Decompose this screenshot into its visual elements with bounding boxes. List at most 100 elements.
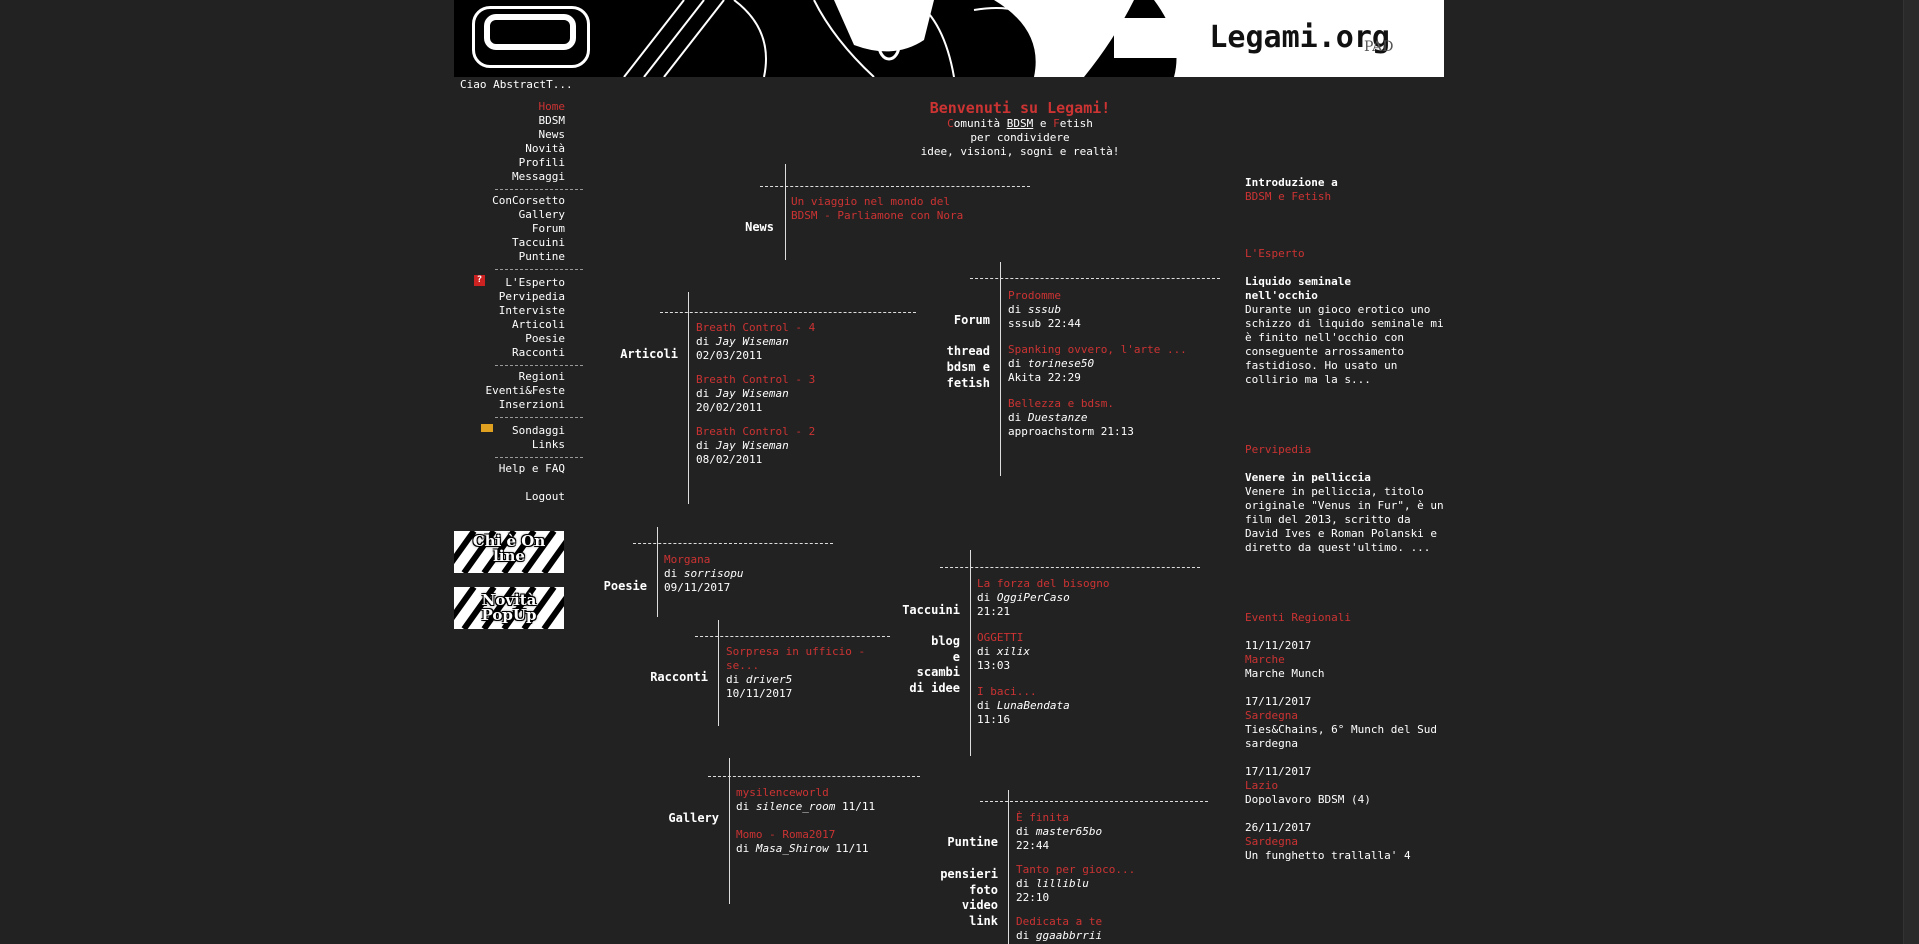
articoli-label[interactable]: Articoli <box>600 347 678 362</box>
sidebar-item-help[interactable]: Help e FAQ <box>499 462 565 476</box>
event-name[interactable]: Dopolavoro BDSM (4) <box>1245 793 1445 807</box>
event-region[interactable]: Lazio <box>1245 779 1445 793</box>
pin-author[interactable]: ggaabbrrii <box>1036 929 1102 942</box>
pin-author[interactable]: lilliblu <box>1036 877 1089 890</box>
forum-label[interactable]: Forum <box>930 313 990 328</box>
sidebar-item-taccuini[interactable]: Taccuini <box>512 236 565 250</box>
thread-author[interactable]: torinese50 <box>1028 357 1094 370</box>
thread-title[interactable]: Prodomme <box>1008 289 1081 303</box>
journal-title[interactable]: La forza del bisogno <box>977 577 1109 591</box>
pin-title[interactable]: Dedicata a te <box>1016 915 1102 929</box>
article-author[interactable]: Jay Wiseman <box>716 387 789 400</box>
who-online-button[interactable]: Chi è On line <box>454 531 564 573</box>
gallery-title[interactable]: Momo - Roma2017 <box>736 828 868 842</box>
sidebar-item-interviste[interactable]: Interviste <box>499 304 565 318</box>
pervipedia-entry-title[interactable]: Venere in pelliccia <box>1245 471 1445 485</box>
news-popup-button[interactable]: Novità PopUp <box>454 587 564 629</box>
sidebar-item-inserzioni[interactable]: Inserzioni <box>499 398 565 412</box>
thread-author[interactable]: sssub <box>1028 303 1061 316</box>
poem-title[interactable]: Morgana <box>664 553 743 567</box>
pin-author[interactable]: master65bo <box>1036 825 1102 838</box>
article-date: 08/02/2011 <box>696 453 763 466</box>
journal-title[interactable]: OGGETTI <box>977 631 1030 645</box>
pin-title[interactable]: È finita <box>1016 811 1102 825</box>
sidebar-item-novita[interactable]: Novità <box>525 142 565 156</box>
intro-link[interactable]: BDSM e Fetish <box>1245 190 1445 204</box>
thread-title[interactable]: Bellezza e bdsm. <box>1008 397 1134 411</box>
poesie-label[interactable]: Poesie <box>580 579 647 594</box>
sidebar-item-eventi[interactable]: Eventi&Feste <box>486 384 565 398</box>
sidebar-item-poesie[interactable]: Poesie <box>525 332 565 346</box>
event-date: 26/11/2017 <box>1245 821 1312 834</box>
event-name[interactable]: Ties&Chains, 6° Munch del Sud sardegna <box>1245 723 1445 751</box>
thread-author[interactable]: Duestanze <box>1028 411 1088 424</box>
thread-last-post: approachstorm 21:13 <box>1008 425 1134 438</box>
event-name[interactable]: Marche Munch <box>1245 667 1445 681</box>
article-date: 20/02/2011 <box>696 401 763 414</box>
event-region[interactable]: Marche <box>1245 653 1445 667</box>
sidebar-item-regioni[interactable]: Regioni <box>519 370 565 384</box>
event-name[interactable]: Un funghetto trallalla' 4 <box>1245 849 1445 863</box>
puntine-label[interactable]: Puntine <box>920 835 998 850</box>
thread-last-post: sssub 22:44 <box>1008 317 1081 330</box>
event-region[interactable]: Sardegna <box>1245 709 1445 723</box>
pervipedia-heading[interactable]: Pervipedia <box>1245 443 1445 457</box>
event-date: 17/11/2017 <box>1245 695 1312 708</box>
racconti-label[interactable]: Racconti <box>630 670 708 685</box>
journal-author[interactable]: LunaBendata <box>997 699 1070 712</box>
event-region[interactable]: Sardegna <box>1245 835 1445 849</box>
logout-link[interactable]: Logout <box>525 490 565 504</box>
pin-byline: di master65bo <box>1016 825 1102 839</box>
sidebar-item-puntine[interactable]: Puntine <box>519 250 565 264</box>
by-prefix: di <box>696 335 716 348</box>
gallery-hline <box>708 776 920 777</box>
sidebar-item-sondaggi[interactable]: Sondaggi <box>512 424 565 438</box>
sidebar-item-esperto[interactable]: L'Esperto <box>505 276 565 290</box>
sidebar-item-links[interactable]: Links <box>532 438 565 452</box>
racconti-hline <box>695 636 890 637</box>
sidebar-item-forum[interactable]: Forum <box>532 222 565 236</box>
pin-title[interactable]: Tanto per gioco... <box>1016 863 1135 877</box>
tagline-text: e <box>1033 117 1054 130</box>
journal-author[interactable]: xilix <box>997 645 1030 658</box>
sidebar-item-concorsetto[interactable]: ConCorsetto <box>492 194 565 208</box>
gallery-title[interactable]: mysilenceworld <box>736 786 875 800</box>
article-author[interactable]: Jay Wiseman <box>716 439 789 452</box>
article-title[interactable]: Breath Control - 4 <box>696 321 815 335</box>
poem-author[interactable]: sorrisopu <box>684 567 744 580</box>
by-prefix: di <box>1016 825 1036 838</box>
bdsm-link[interactable]: BDSM <box>1007 117 1034 130</box>
sidebar-item-messaggi[interactable]: Messaggi <box>512 170 565 184</box>
journal-title[interactable]: I baci... <box>977 685 1070 699</box>
gallery-author[interactable]: silence_room <box>756 800 835 813</box>
page-scrollbar[interactable] <box>1903 0 1919 944</box>
article-author[interactable]: Jay Wiseman <box>716 335 789 348</box>
story-author[interactable]: driver5 <box>746 673 792 686</box>
by-prefix: di <box>1008 303 1028 316</box>
user-greeting[interactable]: Ciao AbstractT... <box>460 78 573 92</box>
journal-author[interactable]: OggiPerCaso <box>997 591 1070 604</box>
article-date: 02/03/2011 <box>696 349 763 362</box>
sidebar-item-articoli[interactable]: Articoli <box>512 318 565 332</box>
taccuini-label[interactable]: Taccuini <box>880 603 960 618</box>
news-item[interactable]: Un viaggio nel mondo del BDSM - Parliamo… <box>791 195 971 223</box>
news-label[interactable]: News <box>720 220 774 235</box>
gallery-author[interactable]: Masa_Shirow <box>756 842 829 855</box>
article-title[interactable]: Breath Control - 3 <box>696 373 815 387</box>
forum-sublabel-2: bdsm e <box>946 360 990 374</box>
thread-title[interactable]: Spanking ovvero, l'arte ... <box>1008 343 1187 357</box>
sidebar-item-racconti[interactable]: Racconti <box>512 346 565 360</box>
eventi-heading[interactable]: Eventi Regionali <box>1245 611 1445 625</box>
story-title[interactable]: Sorpresa in ufficio - se... <box>726 645 886 673</box>
esperto-question-title[interactable]: Liquido seminale nell'occhio <box>1245 275 1395 303</box>
sidebar-item-profili[interactable]: Profili <box>519 156 565 170</box>
sidebar-item-bdsm[interactable]: BDSM <box>539 114 566 128</box>
sidebar-item-news[interactable]: News <box>539 128 566 142</box>
sidebar-item-pervipedia[interactable]: Pervipedia <box>499 290 565 304</box>
gallery-label[interactable]: Gallery <box>640 811 719 826</box>
taccuini-sublabel-4: di idee <box>909 681 960 695</box>
article-title[interactable]: Breath Control - 2 <box>696 425 815 439</box>
sidebar-item-home[interactable]: Home <box>539 100 566 114</box>
esperto-heading[interactable]: L'Esperto <box>1245 247 1445 261</box>
sidebar-item-gallery[interactable]: Gallery <box>519 208 565 222</box>
